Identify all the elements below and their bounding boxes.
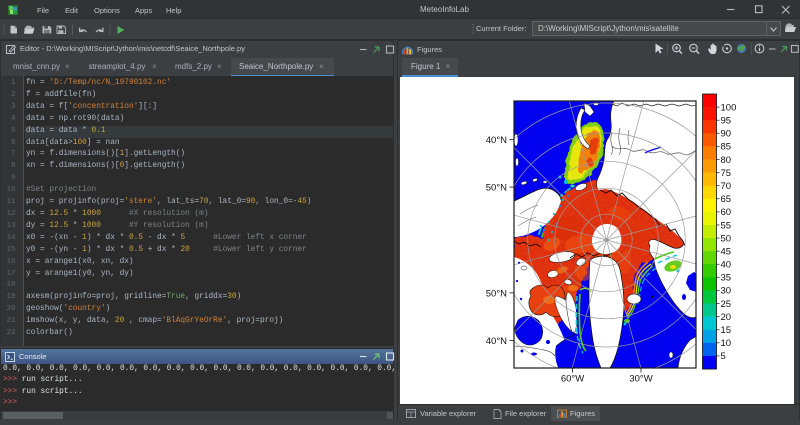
svg-text:75: 75	[721, 168, 732, 179]
svg-text:90: 90	[721, 129, 732, 140]
svg-text:60: 60	[721, 207, 732, 218]
svg-text:35: 35	[721, 273, 732, 284]
svg-text:50: 50	[721, 233, 732, 244]
svg-text:45: 45	[721, 246, 732, 257]
svg-text:95: 95	[721, 116, 732, 127]
svg-text:85: 85	[721, 142, 732, 153]
svg-text:70: 70	[721, 181, 732, 192]
svg-text:55: 55	[721, 220, 732, 231]
svg-text:40°N: 40°N	[486, 336, 507, 347]
svg-text:40°N: 40°N	[486, 135, 507, 146]
svg-text:80: 80	[721, 155, 732, 166]
svg-text:100: 100	[721, 102, 737, 113]
svg-text:10: 10	[721, 338, 732, 349]
svg-text:25: 25	[721, 299, 732, 310]
svg-text:20: 20	[721, 312, 732, 323]
svg-text:50°N: 50°N	[486, 289, 507, 300]
svg-text:30°W: 30°W	[629, 374, 652, 385]
svg-text:60°W: 60°W	[561, 374, 584, 385]
svg-text:50°N: 50°N	[486, 183, 507, 194]
svg-text:5: 5	[721, 351, 726, 362]
svg-text:30: 30	[721, 286, 732, 297]
svg-text:15: 15	[721, 325, 732, 336]
svg-text:65: 65	[721, 194, 732, 205]
svg-text:40: 40	[721, 260, 732, 271]
